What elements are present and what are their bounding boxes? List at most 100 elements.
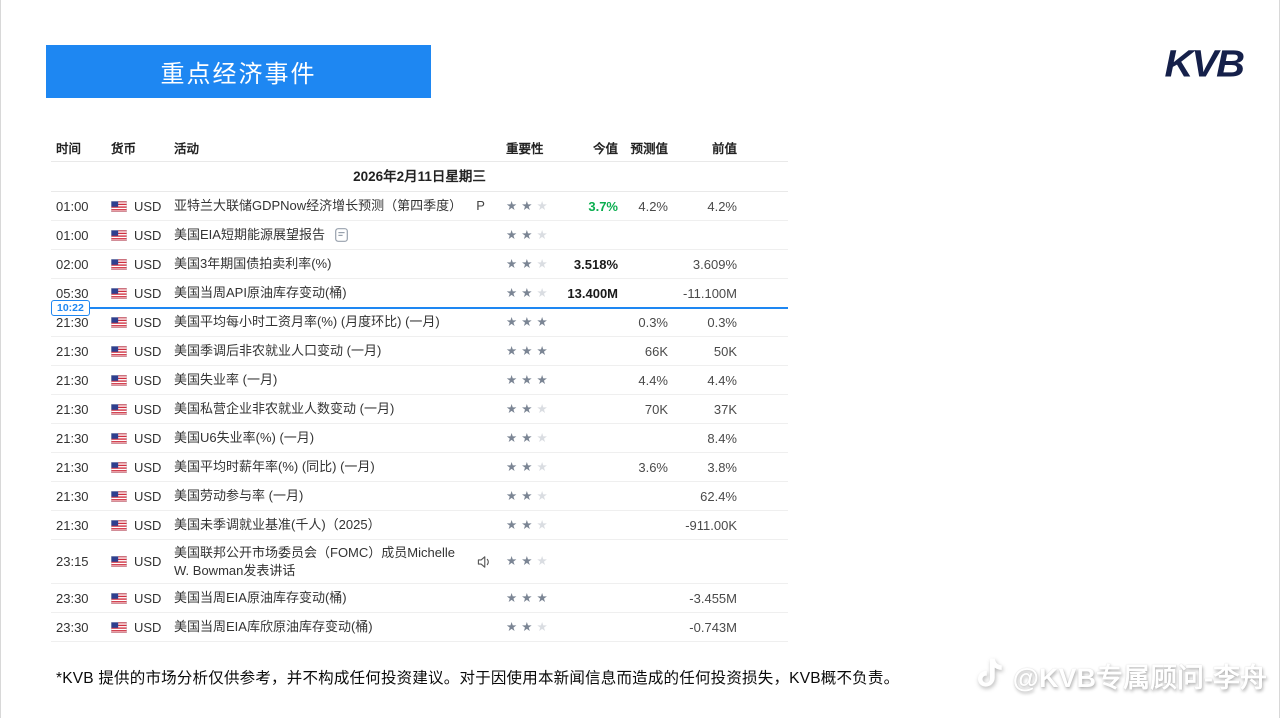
currency-label: USD <box>134 518 161 533</box>
us-flag-icon <box>111 491 127 502</box>
forecast-value: 4.4% <box>618 373 668 388</box>
table-row[interactable]: 21:30 USD 美国劳动参与率 (一月) <box>51 482 788 511</box>
importance-stars: ★★★ <box>506 555 556 568</box>
importance-stars: ★★★ <box>506 621 556 634</box>
event-title: 美国EIA短期能源展望报告 <box>174 226 325 244</box>
table-row[interactable]: 02:00 USD 美国3年期国债拍卖利率(%) <box>51 250 788 279</box>
table-row[interactable]: 21:30 USD 美国未季调就业基准(千人)（2025） <box>51 511 788 540</box>
table-row[interactable]: 05:30 USD 美国当周API原油库存变动(桶) <box>51 279 788 308</box>
speaker-icon[interactable] <box>477 555 492 569</box>
activity-cell: 亚特兰大联储GDPNow经济增长预测（第四季度） P <box>174 197 506 215</box>
currency-cell: USD <box>111 489 174 504</box>
currency-label: USD <box>134 373 161 388</box>
currency-cell: USD <box>111 518 174 533</box>
table-row[interactable]: 21:30 USD 美国U6失业率(%) (一月) <box>51 424 788 453</box>
star-icon: ★ <box>536 345 547 358</box>
star-icon: ★ <box>506 490 517 503</box>
star-icon: ★ <box>521 490 532 503</box>
previous-value: -11.100M <box>668 286 737 301</box>
watermark-text: @KVB专属顾问-李舟 <box>1013 656 1267 695</box>
key-events-title-button[interactable]: 重点经济事件 <box>46 45 431 98</box>
star-icon: ★ <box>536 403 547 416</box>
star-icon: ★ <box>521 200 532 213</box>
event-title: 美国私营企业非农就业人数变动 (一月) <box>174 400 394 418</box>
importance-stars: ★★★ <box>506 432 556 445</box>
table-row[interactable]: 21:30 USD 美国私营企业非农就业人数变动 (一月) <box>51 395 788 424</box>
column-header-forecast: 预测值 <box>618 138 668 157</box>
current-time-line <box>51 307 788 309</box>
actual-value: 3.518% <box>556 257 618 272</box>
currency-cell: USD <box>111 286 174 301</box>
date-header: 2026年2月11日星期三 <box>51 162 788 192</box>
us-flag-icon <box>111 288 127 299</box>
disclaimer-text: *KVB 提供的市场分析仅供参考，并不构成任何投资建议。对于因使用本新闻信息而造… <box>56 666 899 688</box>
column-header-previous: 前值 <box>668 138 737 157</box>
currency-label: USD <box>134 344 161 359</box>
event-title: 美国平均时薪年率(%) (同比) (一月) <box>174 458 375 476</box>
currency-label: USD <box>134 489 161 504</box>
activity-cell: 美国未季调就业基准(千人)（2025） <box>174 516 506 534</box>
column-header-currency: 货币 <box>111 138 174 157</box>
table-row[interactable]: 21:30 USD 美国平均每小时工资月率(%) (月度环比) (一月) <box>51 308 788 337</box>
event-title: 美国3年期国债拍卖利率(%) <box>174 255 331 273</box>
us-flag-icon <box>111 593 127 604</box>
column-header-time: 时间 <box>56 138 111 157</box>
table-row[interactable]: 23:15 USD 美国联邦公开市场委员会（FOMC）成员Michelle W.… <box>51 540 788 584</box>
activity-cell: 美国U6失业率(%) (一月) <box>174 429 506 447</box>
importance-stars: ★ ★ ★ <box>506 490 556 503</box>
table-row[interactable]: 21:30 USD 美国季调后非农就业人口变动 (一月) <box>51 337 788 366</box>
table-row[interactable]: 23:30 USD 美国当周EIA原油库存变动(桶) <box>51 584 788 613</box>
document-icon[interactable] <box>335 228 348 242</box>
currency-cell: USD <box>111 199 174 214</box>
previous-value: 37K <box>668 402 737 417</box>
us-flag-icon <box>111 622 127 633</box>
star-icon: ★ <box>521 432 532 445</box>
douyin-icon <box>977 657 1004 695</box>
importance-stars: ★★★ <box>506 374 556 387</box>
event-suffix: P <box>476 197 485 215</box>
previous-value: 4.4% <box>668 373 737 388</box>
economic-calendar-table: 时间 货币 活动 重要性 今值 预测值 前值 2026年2月11日星期三 01:… <box>51 133 788 642</box>
star-icon: ★ <box>536 229 547 242</box>
currency-label: USD <box>134 402 161 417</box>
star-icon: ★ <box>506 555 517 568</box>
star-icon: ★ <box>536 490 547 503</box>
star-icon: ★ <box>521 287 532 300</box>
currency-cell: USD <box>111 228 174 243</box>
previous-value: -0.743M <box>668 620 737 635</box>
activity-cell: 美国当周API原油库存变动(桶) <box>174 284 506 302</box>
event-time: 23:30 <box>56 620 111 635</box>
star-icon: ★ <box>536 461 547 474</box>
column-header-importance: 重要性 <box>506 138 556 157</box>
us-flag-icon <box>111 404 127 415</box>
star-icon: ★ <box>521 461 532 474</box>
table-row[interactable]: 01:00 USD 亚特兰大联储GDPNow经济增长预测（第四季度） P <box>51 192 788 221</box>
currency-label: USD <box>134 460 161 475</box>
watermark: @KVB专属顾问-李舟 <box>977 656 1267 695</box>
previous-value: -911.00K <box>668 518 737 533</box>
table-row[interactable]: 21:30 USD 美国平均时薪年率(%) (同比) (一月) <box>51 453 788 482</box>
forecast-value: 0.3% <box>618 315 668 330</box>
currency-cell: USD <box>111 431 174 446</box>
importance-stars: ★★★ <box>506 519 556 532</box>
importance-stars: ★★★ <box>506 345 556 358</box>
forecast-value: 66K <box>618 344 668 359</box>
event-time: 01:00 <box>56 199 111 214</box>
star-icon: ★ <box>536 316 547 329</box>
currency-label: USD <box>134 286 161 301</box>
table-row[interactable]: 23:30 USD 美国当周EIA库欣原油库存变动(桶) <box>51 613 788 642</box>
column-header-activity: 活动 <box>174 138 506 157</box>
table-row[interactable]: 21:30 USD 美国失业率 (一月) <box>51 366 788 395</box>
us-flag-icon <box>111 556 127 567</box>
star-icon: ★ <box>536 432 547 445</box>
importance-stars: ★★★ <box>506 403 556 416</box>
star-icon: ★ <box>521 374 532 387</box>
importance-stars: ★★★ <box>506 316 556 329</box>
currency-cell: USD <box>111 315 174 330</box>
activity-cell: 美国平均每小时工资月率(%) (月度环比) (一月) <box>174 313 506 331</box>
table-row[interactable]: 01:00 USD 美国EIA短期能源展望报告 <box>51 221 788 250</box>
activity-cell: 美国联邦公开市场委员会（FOMC）成员Michelle W. Bowman发表讲… <box>174 544 506 579</box>
star-icon: ★ <box>536 287 547 300</box>
forecast-value: 3.6% <box>618 460 668 475</box>
us-flag-icon <box>111 520 127 531</box>
